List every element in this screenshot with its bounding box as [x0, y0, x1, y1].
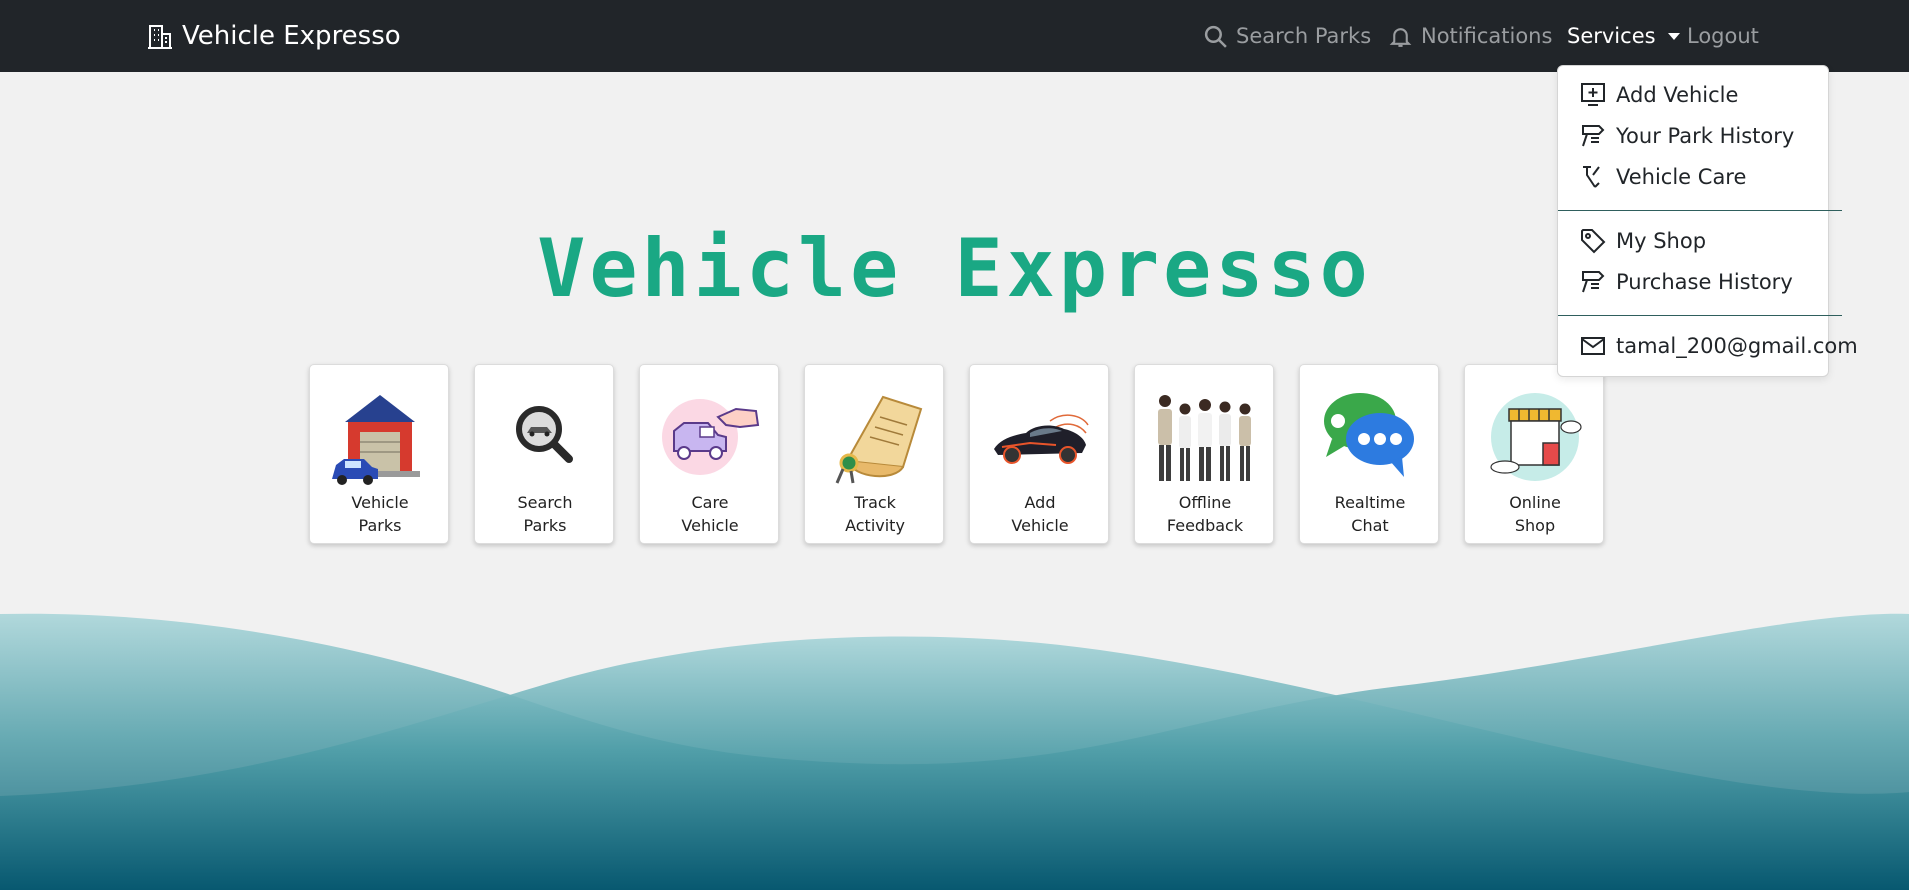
dropdown-item-label: Purchase History	[1616, 270, 1793, 294]
card-label-line2: Chat	[1351, 516, 1389, 535]
tools-icon	[1583, 166, 1600, 188]
tag-icon	[1581, 229, 1606, 254]
card-label-line2: Feedback	[1166, 516, 1244, 535]
card-label-line1: Track	[854, 493, 896, 512]
card-online-shop[interactable]: Online Shop	[1464, 364, 1604, 544]
card-label: Add Vehicle	[980, 491, 1100, 537]
dropdown-divider	[1558, 315, 1842, 316]
team-photo-icon	[1158, 395, 1251, 481]
notifications-label: Notifications	[1421, 24, 1553, 48]
card-label-line2: Vehicle	[1011, 516, 1069, 535]
card-search-parks[interactable]: Search Parks	[474, 364, 614, 544]
card-label-line1: Care	[691, 493, 729, 512]
dropdown-item-label: Vehicle Care	[1616, 165, 1747, 189]
navbar: Vehicle Expresso Search Parks Notificati…	[0, 0, 1909, 72]
dropdown-item-my-shop[interactable]: My Shop	[1580, 224, 1706, 258]
dropdown-divider	[1558, 210, 1842, 211]
card-label-line1: Offline	[1178, 493, 1232, 512]
card-label-line1: Vehicle	[351, 493, 409, 512]
signpost-icon	[1582, 271, 1605, 293]
card-label: Vehicle Parks	[320, 491, 440, 537]
magnifier-icon	[516, 406, 573, 463]
card-vehicle-parks[interactable]: Vehicle Parks	[309, 364, 449, 544]
search-icon	[1204, 25, 1227, 48]
services-dropdown-toggle[interactable]: Services	[1567, 18, 1680, 54]
card-label-line1: Add	[1024, 493, 1056, 512]
chat-bubbles-icon	[1324, 393, 1414, 477]
card-label-line1: Search	[517, 493, 573, 512]
card-label: Offline Feedback	[1145, 491, 1265, 537]
dropdown-item-label: Add Vehicle	[1616, 83, 1739, 107]
card-label-line2: Shop	[1514, 516, 1556, 535]
card-label-line2: Parks	[358, 516, 402, 535]
card-label: Track Activity	[815, 491, 935, 537]
dropdown-item-label: tamal_200@gmail.com	[1616, 334, 1858, 358]
notifications-link[interactable]: Notifications	[1388, 18, 1552, 54]
card-label-line2: Activity	[845, 516, 905, 535]
building-icon	[148, 25, 172, 49]
card-label: Realtime Chat	[1310, 491, 1430, 537]
logout-label: Logout	[1687, 24, 1759, 48]
search-parks-label: Search Parks	[1236, 24, 1372, 48]
card-care-vehicle[interactable]: Care Vehicle	[639, 364, 779, 544]
dropdown-item-label: My Shop	[1616, 229, 1707, 253]
card-offline-feedback[interactable]: Offline Feedback	[1134, 364, 1274, 544]
services-dropdown-menu: Add Vehicle Your Park History Vehicle Ca…	[1557, 65, 1858, 377]
card-label: Care Vehicle	[650, 491, 770, 537]
garage-icon	[332, 395, 420, 485]
card-add-vehicle[interactable]: Add Vehicle	[969, 364, 1109, 544]
dropdown-item-label: Your Park History	[1616, 124, 1795, 148]
card-realtime-chat[interactable]: Realtime Chat	[1299, 364, 1439, 544]
dropdown-item-vehicle-care[interactable]: Vehicle Care	[1580, 160, 1746, 194]
sports-car-icon	[994, 414, 1089, 464]
brand-name: Vehicle Expresso	[182, 21, 401, 51]
caret-down-icon	[1667, 32, 1680, 40]
signpost-icon	[1582, 125, 1605, 147]
search-parks-link[interactable]: Search Parks	[1203, 18, 1371, 54]
scroll-icon	[835, 395, 923, 484]
dropdown-item-email[interactable]: tamal_200@gmail.com	[1580, 329, 1858, 363]
wave-background	[0, 613, 1909, 890]
shop-icon	[1490, 393, 1582, 481]
envelope-icon	[1581, 337, 1605, 355]
car-care-icon	[662, 399, 760, 475]
card-track-activity[interactable]: Track Activity	[804, 364, 944, 544]
card-label-line1: Online	[1509, 493, 1561, 512]
dropdown-item-add-vehicle[interactable]: Add Vehicle	[1580, 78, 1738, 112]
bell-icon	[1389, 27, 1412, 47]
card-label: Online Shop	[1475, 491, 1595, 537]
card-label: Search Parks	[485, 491, 605, 537]
dropdown-item-your-park-history[interactable]: Your Park History	[1580, 119, 1794, 153]
plus-square-icon	[1581, 83, 1605, 106]
card-label-line2: Vehicle	[681, 516, 739, 535]
services-label: Services	[1567, 24, 1656, 48]
card-label-line2: Parks	[523, 516, 567, 535]
card-label-line1: Realtime	[1334, 493, 1406, 512]
logout-link[interactable]: Logout	[1687, 18, 1759, 54]
dropdown-item-purchase-history[interactable]: Purchase History	[1580, 265, 1793, 299]
brand-link[interactable]: Vehicle Expresso	[146, 18, 401, 54]
